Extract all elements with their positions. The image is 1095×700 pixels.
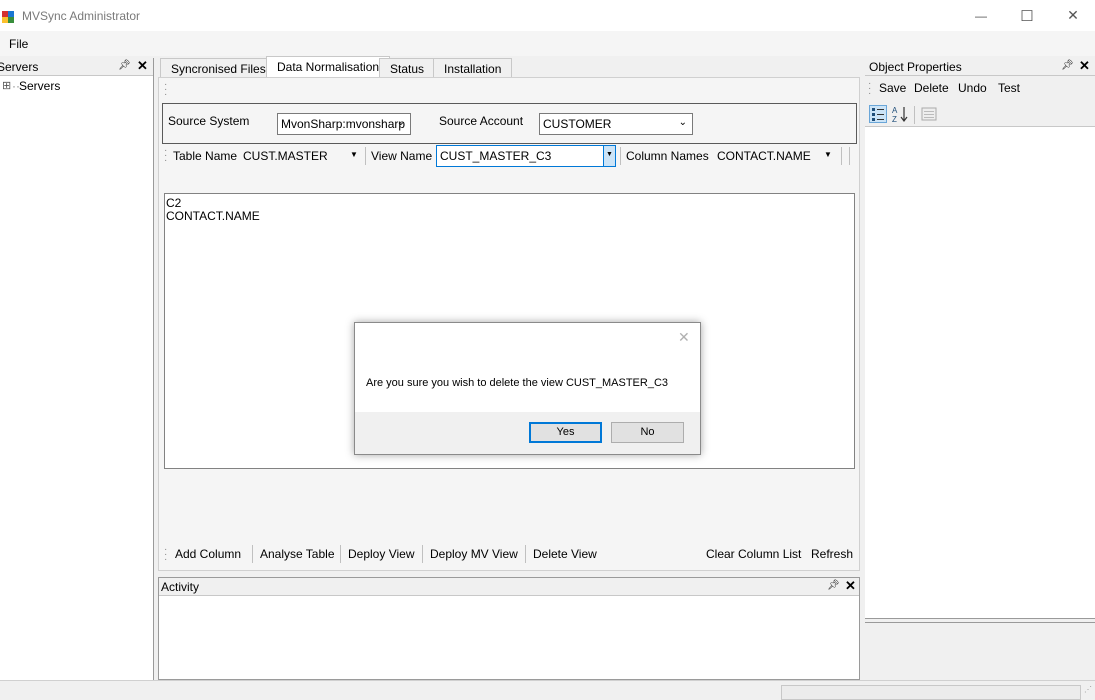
status-bar-segment [781,685,1081,700]
dialog-message: Are you sure you wish to delete the view… [366,377,669,389]
column-names-value: CONTACT.NAME [717,149,811,163]
view-name-select[interactable]: CUST_MASTER_C3 ▼ [436,145,616,167]
source-account-label: Source Account [439,114,524,128]
dropdown-arrow-icon: ▼ [606,151,613,158]
toolbar-separator [525,545,526,563]
source-system-select[interactable]: MvonSharp:mvonsharp ⌄ [277,113,411,135]
object-properties-title: Object Properties [869,60,962,74]
table-name-value: CUST.MASTER [243,149,328,163]
expand-icon[interactable]: ⊞ [2,79,11,92]
test-button[interactable]: Test [998,81,1020,95]
deploy-mv-view-button[interactable]: Deploy MV View [430,547,518,561]
svg-text:A: A [892,106,898,115]
toolbar-separator [841,147,842,165]
close-icon[interactable]: ✕ [137,58,148,74]
delete-button[interactable]: Delete [914,81,949,95]
activity-panel: Activity 📌︎ ✕ [158,577,860,680]
property-grid[interactable] [865,126,1095,619]
tab-installation[interactable]: Installation [433,58,513,78]
minimize-icon: — [975,8,987,23]
tab-status[interactable]: Status [379,58,436,78]
status-bar: ⋰ [0,680,1095,700]
pin-icon[interactable]: 📌︎ [827,580,840,591]
object-properties-panel: Object Properties 📌︎ ✕ · · · Save Delete U… [865,58,1095,680]
dropdown-arrow-icon: ▼ [824,150,832,159]
table-name-select[interactable]: CUST.MASTER ▼ [240,146,362,166]
toolbar-separator [340,545,341,563]
property-pages-icon [921,107,937,121]
toolbar-grip: · · · [164,544,168,565]
toolbar-separator [252,545,253,563]
source-system-label: Source System [168,114,250,128]
view-name-value: CUST_MASTER_C3 [440,149,552,163]
save-button[interactable]: Save [879,81,906,95]
delete-view-button[interactable]: Delete View [533,547,597,561]
activity-panel-title: Activity [161,580,200,594]
app-icon [2,11,14,23]
servers-panel-title: Servers [0,60,39,74]
tree-item-servers[interactable]: Servers [19,79,60,93]
toolbar-separator [422,545,423,563]
maximize-button[interactable]: ☐ [1004,0,1050,31]
view-name-dropdown-button[interactable]: ▼ [603,146,615,166]
object-properties-header: Object Properties 📌︎ ✕ [865,58,1095,76]
title-bar: MVSync Administrator — ☐ ✕ [0,0,1095,31]
dialog-close-icon[interactable]: ✕ [678,329,690,346]
resize-grip-icon[interactable]: ⋰ [1084,685,1092,694]
no-button[interactable]: No [611,422,684,443]
property-description-area [865,622,1095,680]
chevron-down-icon: ⌄ [396,117,405,128]
yes-button[interactable]: Yes [529,422,602,443]
maximize-icon: ☐ [1020,7,1034,25]
categorized-icon [872,108,884,121]
toolbar-separator [849,147,850,165]
servers-panel-header: Servers 📌︎ ✕ [0,58,153,76]
text-line: CONTACT.NAME [166,209,260,223]
categorized-view-button[interactable] [869,105,887,123]
source-account-value: CUSTOMER [543,117,612,131]
toolbar-grip: · · · [868,78,872,99]
confirm-dialog: ✕ Are you sure you wish to delete the vi… [354,322,701,455]
chevron-down-icon: ⌄ [678,117,687,128]
view-name-label: View Name [371,149,433,163]
tab-syncronised-files[interactable]: Syncronised Files [160,58,277,78]
property-pages-button[interactable] [921,106,937,122]
pin-icon[interactable]: 📌︎ [118,60,131,71]
pin-icon[interactable]: 📌︎ [1061,60,1074,71]
activity-panel-header: Activity 📌︎ ✕ [159,578,859,596]
refresh-button[interactable]: Refresh [811,547,853,561]
tab-data-normalisation[interactable]: Data Normalisation [266,56,391,78]
minimize-button[interactable]: — [958,0,1004,31]
column-names-select[interactable]: CONTACT.NAME ▼ [714,146,836,166]
column-names-label: Column Names [626,149,709,163]
close-icon: ✕ [1067,7,1079,23]
text-line: C2 [166,196,182,210]
close-icon[interactable]: ✕ [845,578,856,594]
dropdown-arrow-icon: ▼ [350,150,358,159]
deploy-view-button[interactable]: Deploy View [348,547,414,561]
table-name-label: Table Name [173,149,238,163]
window-title: MVSync Administrator [22,9,141,23]
toolbar-separator [914,106,915,124]
close-button[interactable]: ✕ [1050,0,1095,31]
toolbar-separator [365,147,366,165]
toolbar-grip: · · · [164,145,168,166]
alphabetical-view-button[interactable]: A Z [891,105,909,124]
undo-button[interactable]: Undo [958,81,987,95]
toolbar-separator [620,147,621,165]
svg-text:Z: Z [892,115,897,123]
analyse-table-button[interactable]: Analyse Table [260,547,335,561]
toolbar-grip: · · · [164,79,168,100]
servers-panel: Servers 📌︎ ✕ ⊞ ·· Servers [0,58,154,680]
close-icon[interactable]: ✕ [1079,58,1090,74]
source-account-select[interactable]: CUSTOMER ⌄ [539,113,693,135]
sort-alphabetical-icon: A Z [892,106,908,124]
source-system-value: MvonSharp:mvonsharp [281,117,406,131]
add-column-button[interactable]: Add Column [175,547,241,561]
clear-column-list-button[interactable]: Clear Column List [706,547,801,561]
menu-file[interactable]: File [9,37,28,51]
menu-bar: File [0,31,1095,56]
